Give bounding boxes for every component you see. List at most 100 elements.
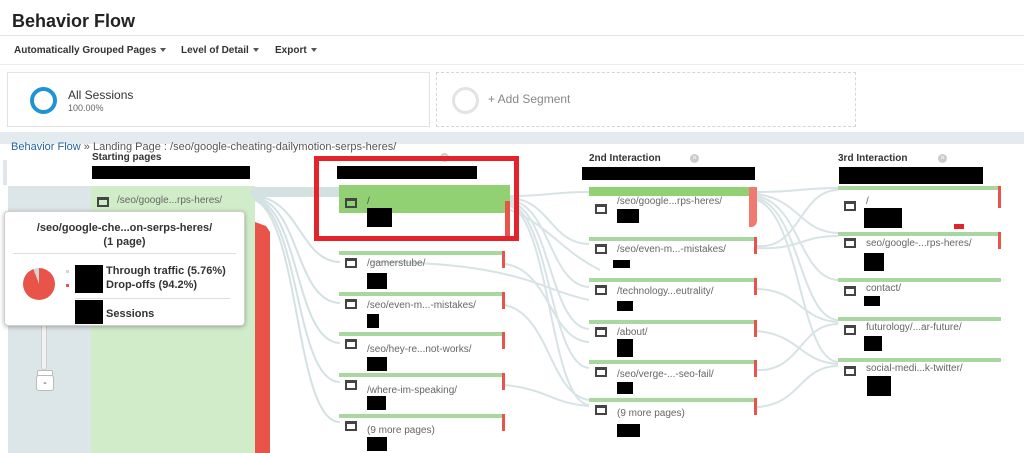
zoom-slider-track[interactable] <box>41 322 47 370</box>
page-group-icon <box>97 197 109 207</box>
node-sessions-redacted <box>367 273 387 289</box>
page-group-icon <box>844 201 856 211</box>
traffic-pie-chart <box>23 268 55 300</box>
node-bar <box>339 251 505 255</box>
node-label: /about/ <box>617 327 648 338</box>
starting-dropoff-bar <box>255 222 270 453</box>
node-bar <box>589 398 757 402</box>
sessions-label: Sessions <box>106 308 155 320</box>
node-label: /gamerstube/ <box>367 258 426 269</box>
page-group-icon <box>345 299 357 309</box>
third-level-flows <box>756 187 839 408</box>
node-bar <box>838 317 1001 321</box>
level-of-detail-dropdown[interactable]: Level of Detail <box>181 45 259 56</box>
page-group-icon <box>595 367 607 377</box>
page-group-icon <box>345 380 357 390</box>
node-bar <box>589 360 757 364</box>
segment-name: All Sessions <box>68 88 134 102</box>
second-interaction-node[interactable]: /about/ <box>589 320 757 338</box>
first-interaction-node[interactable]: (9 more pages) <box>339 414 505 436</box>
node-sessions-redacted <box>864 208 902 228</box>
dropoff-bar <box>754 360 757 377</box>
second-interaction-sessions-redacted <box>582 167 755 180</box>
dropoff-bar <box>502 292 505 309</box>
popup-sessions-redacted <box>75 300 103 324</box>
node-label: futurology/...ar-future/ <box>866 322 962 333</box>
node-bar <box>838 278 1001 282</box>
third-interaction-node[interactable]: seo/google-...rps-heres/ <box>838 232 1001 249</box>
node-sessions-redacted <box>367 396 386 410</box>
zoom-out-button[interactable]: - <box>36 375 54 391</box>
page-group-icon <box>595 204 607 214</box>
popup-title: /seo/google-che...on-serps-heres/ <box>36 222 213 234</box>
first-interaction-node[interactable]: /gamerstube/ <box>339 251 505 269</box>
page-group-icon <box>595 327 607 337</box>
node-bar <box>838 232 1001 236</box>
segment-all-sessions[interactable]: All Sessions 100.00% <box>7 72 430 127</box>
highlight-box <box>314 156 519 241</box>
close-column-icon[interactable]: × <box>938 154 947 163</box>
node-bar <box>339 332 505 336</box>
node-label: (9 more pages) <box>367 425 435 436</box>
third-interaction-node[interactable]: / <box>838 186 1001 211</box>
node-bar <box>339 292 505 296</box>
segment-ring-icon <box>30 87 57 114</box>
canvas-left-edge <box>3 160 7 185</box>
page-group-icon <box>345 258 357 268</box>
node-sessions-redacted <box>867 376 891 396</box>
through-traffic-swatch <box>66 270 69 273</box>
page-group-icon <box>345 339 357 349</box>
node-sessions-redacted <box>617 301 633 311</box>
starting-sessions-redacted <box>92 166 250 179</box>
page-group-icon <box>844 286 856 296</box>
dropoff-bar <box>754 398 757 415</box>
breadcrumb-root-link[interactable]: Behavior Flow <box>11 141 81 153</box>
node-bar <box>589 187 757 196</box>
second-interaction-node[interactable]: (9 more pages) <box>589 398 757 419</box>
chevron-down-icon <box>160 48 167 53</box>
dropoff-bar <box>502 373 505 390</box>
node-bar <box>838 358 1001 362</box>
node-sessions-redacted <box>367 437 387 451</box>
drop-offs-swatch <box>66 284 69 287</box>
first-interaction-node[interactable]: /seo/even-m...-mistakes/ <box>339 292 505 311</box>
first-interaction-node[interactable]: /seo/hey-re...not-works/ <box>339 332 505 355</box>
second-interaction-node[interactable]: /seo/even-m...-mistakes/ <box>589 237 757 255</box>
node-detail-popup: /seo/google-che...on-serps-heres/ (1 pag… <box>4 211 245 326</box>
export-dropdown[interactable]: Export <box>275 45 317 56</box>
add-segment-button[interactable]: + Add Segment <box>488 92 570 106</box>
node-bar <box>339 414 505 418</box>
node-label: / <box>866 196 869 207</box>
chevron-down-icon <box>310 48 317 53</box>
dropoff-bar <box>502 332 505 349</box>
third-interaction-node[interactable]: social-medi...k-twitter/ <box>838 358 1001 376</box>
node-sessions-redacted <box>617 424 640 437</box>
node-label: /seo/google...rps-heres/ <box>617 196 723 207</box>
dropoff-bar <box>754 237 757 254</box>
second-interaction-header: 2nd Interaction <box>589 153 661 164</box>
dropoff-bar <box>749 187 757 227</box>
node-label: (9 more pages) <box>617 408 685 419</box>
close-column-icon[interactable]: × <box>690 154 699 163</box>
node-sessions-redacted <box>613 260 630 268</box>
node-label: /seo/verge-...-seo-fail/ <box>617 369 714 380</box>
node-bar <box>339 373 505 377</box>
drop-offs-label: Drop-offs (94.2%) <box>106 279 198 291</box>
dropoff-bar <box>998 186 1001 208</box>
second-interaction-node[interactable]: /seo/verge-...-seo-fail/ <box>589 360 757 380</box>
third-interaction-node[interactable]: contact/ <box>838 278 1001 296</box>
node-label: /seo/even-m...-mistakes/ <box>367 300 476 311</box>
node-bar <box>589 320 757 324</box>
segment-percent: 100.00% <box>68 103 104 113</box>
grouped-pages-dropdown[interactable]: Automatically Grouped Pages <box>14 45 167 56</box>
dropoff-bar <box>998 232 1001 249</box>
dropoff-bar <box>502 251 505 268</box>
first-interaction-node[interactable]: /where-im-speaking/ <box>339 373 505 396</box>
second-interaction-node[interactable]: /technology...eutrality/ <box>589 278 757 297</box>
node-bar <box>838 186 1001 190</box>
add-segment-slot[interactable]: + Add Segment <box>436 72 856 127</box>
through-traffic-label: Through traffic (5.76%) <box>106 265 226 277</box>
third-interaction-node[interactable]: futurology/...ar-future/ <box>838 317 1001 335</box>
page-group-icon <box>844 238 856 248</box>
level-of-detail-label: Level of Detail <box>181 45 249 56</box>
